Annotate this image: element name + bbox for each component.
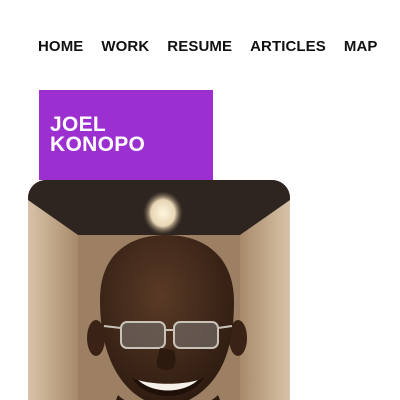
name-last: KONOPO <box>50 133 146 156</box>
nav-link-map[interactable]: MAP <box>344 37 378 57</box>
main-navigation: HOME WORK RESUME ARTICLES MAP <box>38 37 378 57</box>
nav-link-articles[interactable]: ARTICLES <box>250 37 326 57</box>
nav-link-home[interactable]: HOME <box>38 37 83 57</box>
nav-link-resume[interactable]: RESUME <box>167 37 232 57</box>
name-first: JOEL <box>50 113 107 136</box>
name-card: JOEL KONOPO <box>39 90 213 180</box>
nav-link-work[interactable]: WORK <box>101 37 149 57</box>
profile-photo <box>28 180 290 400</box>
